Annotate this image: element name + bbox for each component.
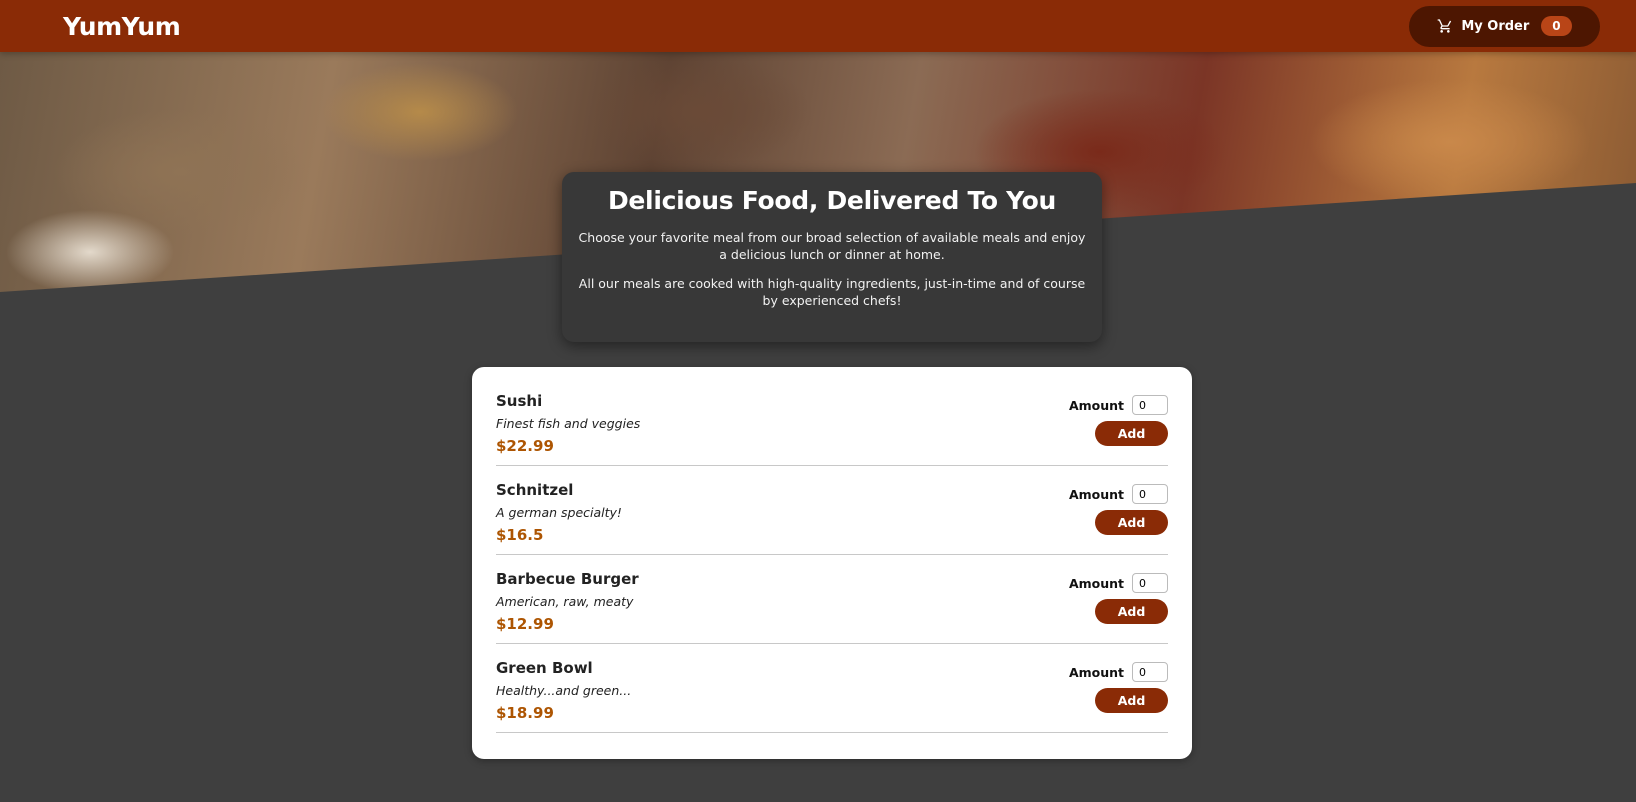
meal-info: Sushi Finest fish and veggies $22.99 <box>496 392 640 455</box>
amount-label: Amount <box>1068 486 1124 502</box>
my-order-button[interactable]: My Order 0 <box>1409 5 1600 47</box>
meal-info: Green Bowl Healthy...and green... $18.99 <box>496 659 631 722</box>
amount-input[interactable] <box>1132 573 1168 593</box>
meal-price: $12.99 <box>496 615 554 633</box>
meal-item: Green Bowl Healthy...and green... $18.99… <box>496 644 1168 733</box>
meal-item: Barbecue Burger American, raw, meaty $12… <box>496 555 1168 644</box>
meal-name: Sushi <box>496 392 543 410</box>
amount-label: Amount <box>1068 664 1124 680</box>
meal-name: Schnitzel <box>496 481 574 499</box>
amount-row: Amount <box>1069 573 1168 593</box>
cart-icon <box>1437 18 1453 34</box>
meal-info: Schnitzel A german specialty! $16.5 <box>496 481 622 544</box>
amount-input[interactable] <box>1132 395 1168 415</box>
amount-input[interactable] <box>1132 484 1168 504</box>
summary-paragraph-1: Choose your favorite meal from our broad… <box>578 230 1086 262</box>
amount-row: Amount <box>1069 484 1168 504</box>
add-button[interactable]: Add <box>1095 421 1168 446</box>
cart-count-badge: 0 <box>1541 16 1572 36</box>
amount-row: Amount <box>1069 662 1168 682</box>
meal-description: American, raw, meaty <box>496 594 634 609</box>
meal-order-form: Amount Add <box>1069 481 1168 535</box>
add-button[interactable]: Add <box>1095 510 1168 535</box>
summary-card: Delicious Food, Delivered To You Choose … <box>562 172 1102 342</box>
amount-label: Amount <box>1068 397 1124 413</box>
my-order-label: My Order <box>1461 18 1530 34</box>
amount-row: Amount <box>1069 395 1168 415</box>
app-header: YumYum My Order 0 <box>0 0 1636 52</box>
meal-name: Barbecue Burger <box>496 570 639 588</box>
amount-label: Amount <box>1068 575 1124 591</box>
meal-order-form: Amount Add <box>1069 659 1168 713</box>
brand-logo: YumYum <box>63 11 181 41</box>
meal-description: Finest fish and veggies <box>496 416 641 431</box>
meal-description: Healthy...and green... <box>496 683 632 698</box>
meal-order-form: Amount Add <box>1069 392 1168 446</box>
meal-price: $16.5 <box>496 526 544 544</box>
meal-price: $18.99 <box>496 704 554 722</box>
meals-list: Sushi Finest fish and veggies $22.99 Amo… <box>472 367 1192 759</box>
meal-item: Schnitzel A german specialty! $16.5 Amou… <box>496 466 1168 555</box>
meal-price: $22.99 <box>496 437 554 455</box>
add-button[interactable]: Add <box>1095 599 1168 624</box>
meal-order-form: Amount Add <box>1069 570 1168 624</box>
meal-item: Sushi Finest fish and veggies $22.99 Amo… <box>496 377 1168 466</box>
summary-paragraph-2: All our meals are cooked with high-quali… <box>578 276 1086 308</box>
meal-name: Green Bowl <box>496 659 593 677</box>
amount-input[interactable] <box>1132 662 1168 682</box>
add-button[interactable]: Add <box>1095 688 1168 713</box>
meal-description: A german specialty! <box>496 505 622 520</box>
summary-title: Delicious Food, Delivered To You <box>607 186 1057 215</box>
meal-info: Barbecue Burger American, raw, meaty $12… <box>496 570 639 633</box>
